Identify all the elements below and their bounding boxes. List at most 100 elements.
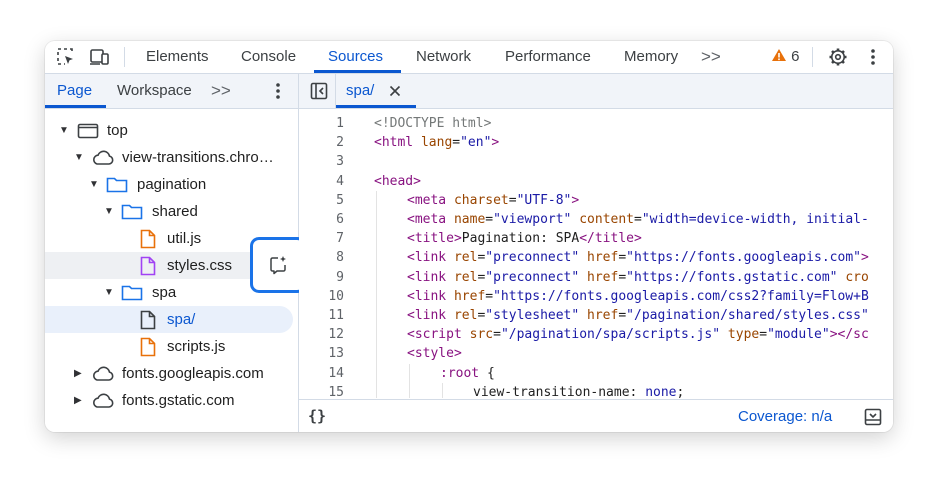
code-token: "stylesheet": [485, 308, 580, 323]
code-token: <link: [407, 269, 454, 285]
tab-performance[interactable]: Performance: [505, 41, 591, 73]
code-token: none: [645, 384, 677, 398]
code-token: =: [493, 327, 501, 343]
code-line: 11 <link rel="stylesheet" href="/paginati…: [299, 306, 893, 326]
editor-tab-spa[interactable]: spa/: [346, 74, 374, 108]
code-token: rel: [453, 250, 478, 266]
code-token: "/pagination/shared/styles.css": [626, 308, 869, 323]
code-token: "width=device-width, initial-: [641, 212, 869, 227]
line-number[interactable]: 13: [299, 344, 344, 363]
code-line: 7 <title>Pagination: SPA</title>: [299, 229, 893, 249]
line-number[interactable]: 4: [299, 172, 344, 191]
line-number[interactable]: 2: [299, 133, 344, 152]
indent-guide: [376, 286, 377, 306]
tab-network[interactable]: Network: [416, 41, 471, 73]
tree-item-origin[interactable]: ▼ view-transitions.chro…: [45, 144, 298, 171]
line-number[interactable]: 9: [299, 268, 344, 287]
line-number[interactable]: 1: [299, 114, 344, 133]
more-options-icon[interactable]: [863, 47, 883, 67]
line-number[interactable]: 7: [299, 229, 344, 248]
inspect-element-icon[interactable]: [56, 47, 76, 67]
settings-gear-icon[interactable]: [828, 47, 848, 67]
code-area[interactable]: 1 <!DOCTYPE html> 2 <html lang="en"> 3 4 <head…: [299, 109, 893, 398]
code-token: name: [453, 212, 486, 227]
more-navigator-tabs-chevron-icon[interactable]: >>: [211, 74, 231, 106]
line-number[interactable]: 11: [299, 306, 344, 325]
line-number[interactable]: 5: [299, 191, 344, 210]
code-text: view-transition-name: none;: [473, 383, 684, 398]
tree-item-file-spa-selected[interactable]: spa/: [45, 306, 293, 333]
code-line: 13 <style>: [299, 344, 893, 364]
code-token: :: [629, 384, 646, 398]
code-token: =: [508, 192, 517, 208]
tree-item-top[interactable]: ▼ top: [45, 117, 298, 144]
line-number[interactable]: 3: [299, 152, 344, 171]
code-text: <link rel="stylesheet" href="/pagination…: [407, 306, 869, 325]
code-text: <link rel="preconnect" href="https://fon…: [407, 268, 869, 287]
editor-tabs: spa/: [299, 74, 893, 109]
code-line: 2 <html lang="en">: [299, 133, 893, 152]
navigator-menu-icon[interactable]: [268, 81, 288, 101]
coverage-link[interactable]: Coverage: n/a: [738, 400, 832, 432]
more-tabs-chevron-icon[interactable]: >>: [701, 41, 721, 73]
code-token: "UTF-8": [516, 192, 572, 208]
tree-item-file-scripts-js[interactable]: scripts.js: [45, 333, 298, 360]
pretty-print-icon[interactable]: {}: [308, 400, 326, 432]
indent-guide: [376, 325, 377, 345]
tab-page[interactable]: Page: [57, 74, 92, 108]
close-tab-icon[interactable]: [385, 81, 405, 101]
line-number[interactable]: 8: [299, 248, 344, 267]
line-number[interactable]: 10: [299, 287, 344, 306]
frame-icon: [77, 122, 99, 144]
tab-memory[interactable]: Memory: [624, 41, 678, 73]
indent-guide: [409, 382, 410, 398]
tab-workspace[interactable]: Workspace: [117, 74, 192, 108]
code-token: "https://fonts.googleapis.com": [626, 250, 861, 266]
ai-chat-sparkle-icon: [270, 256, 286, 275]
tree-item-folder-pagination[interactable]: ▼ pagination: [45, 171, 298, 198]
code-text: <style>: [407, 344, 462, 363]
tree-item-origin-googleapis[interactable]: ▶ fonts.googleapis.com: [45, 360, 298, 387]
css-file-icon: [140, 256, 156, 281]
tab-console[interactable]: Console: [241, 41, 296, 73]
file-ai-assistance-button[interactable]: [250, 237, 306, 293]
tab-sources[interactable]: Sources: [328, 41, 383, 73]
toggle-drawer-icon[interactable]: [863, 407, 883, 427]
indent-guide: [376, 190, 377, 210]
code-line: 9 <link rel="preconnect" href="https://fo…: [299, 267, 893, 287]
expand-triangle-icon: ▼: [74, 152, 84, 163]
warnings-counter[interactable]: 6: [771, 41, 800, 73]
code-token: "https://fonts.googleapis.com/css2?famil…: [493, 288, 869, 304]
cloud-icon: [91, 365, 115, 387]
code-token: ;: [676, 384, 685, 398]
toggle-navigator-icon[interactable]: [309, 81, 329, 101]
tree-item-label: spa/: [167, 311, 196, 328]
main-toolbar: Elements Console Sources Network Perform…: [45, 41, 893, 74]
device-toolbar-icon[interactable]: [89, 47, 109, 67]
code-token: <link: [407, 308, 454, 323]
code-token: "en": [460, 135, 492, 151]
code-token: href: [587, 308, 619, 323]
line-number[interactable]: 6: [299, 210, 344, 229]
code-line: 8 <link rel="preconnect" href="https://fo…: [299, 248, 893, 268]
code-token: href: [587, 250, 619, 266]
code-text: <script src="/pagination/spa/scripts.js"…: [407, 325, 869, 344]
code-token: lang: [420, 135, 453, 151]
tree-item-label: styles.css: [167, 257, 233, 274]
line-number[interactable]: 15: [299, 383, 344, 398]
code-token: cro: [845, 269, 869, 285]
expand-triangle-icon: ▼: [104, 287, 114, 298]
code-token: <!DOCTYPE html>: [374, 116, 492, 131]
line-number[interactable]: 14: [299, 364, 344, 383]
tree-item-origin-gstatic[interactable]: ▶ fonts.gstatic.com: [45, 387, 298, 414]
code-token: >: [860, 250, 869, 266]
code-token: href: [587, 269, 619, 285]
tree-item-folder-shared[interactable]: ▼ shared: [45, 198, 298, 225]
code-line: 6 <meta name="viewport" content="width=de…: [299, 210, 893, 230]
code-text: <meta name="viewport" content="width=dev…: [407, 210, 869, 229]
code-token: =: [485, 288, 494, 304]
code-token: <script: [407, 327, 470, 343]
tab-elements[interactable]: Elements: [146, 41, 209, 73]
line-number[interactable]: 12: [299, 325, 344, 344]
code-token: </title>: [579, 231, 642, 247]
